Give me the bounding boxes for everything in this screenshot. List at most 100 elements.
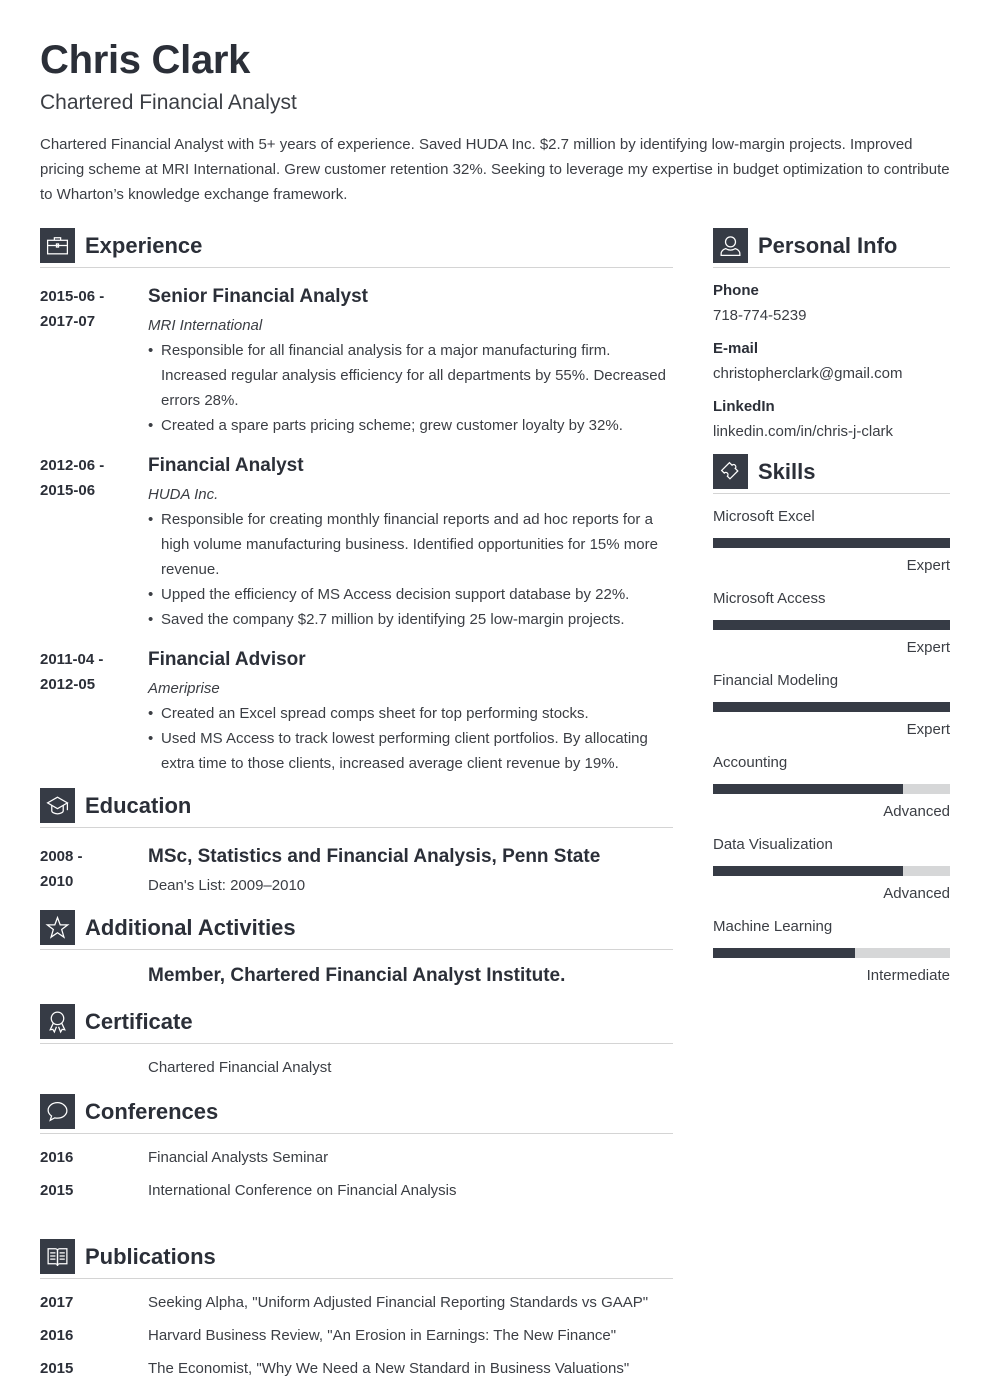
section-title: Publications bbox=[85, 1243, 216, 1269]
puzzle-piece-icon bbox=[713, 454, 748, 489]
experience-entry: 2015-06 - 2017-07 Senior Financial Analy… bbox=[40, 284, 673, 438]
main-column: Experience 2015-06 - 2017-07 Senior Fina… bbox=[40, 228, 673, 1381]
skill-level-bar bbox=[713, 538, 950, 548]
candidate-title: Chartered Financial Analyst bbox=[40, 91, 297, 114]
bullet-item: Created a spare parts pricing scheme; gr… bbox=[148, 413, 673, 438]
bullet-item: Used MS Access to track lowest performin… bbox=[148, 726, 673, 776]
section-header: Skills bbox=[713, 454, 950, 489]
bullet-list: Responsible for creating monthly financi… bbox=[148, 507, 673, 632]
degree: MSc, Statistics and Financial Analysis, … bbox=[148, 846, 601, 867]
section-title: Personal Info bbox=[758, 232, 898, 258]
section-header: Education bbox=[40, 788, 673, 823]
experience-section: Experience 2015-06 - 2017-07 Senior Fina… bbox=[40, 228, 673, 776]
skill-name: Microsoft Access bbox=[713, 590, 826, 607]
section-header: Certificate bbox=[40, 1004, 673, 1039]
publication-year: 2016 bbox=[40, 1327, 74, 1344]
skill-level-bar bbox=[713, 866, 950, 876]
linkedin-value[interactable]: linkedin.com/in/chris-j-clark bbox=[713, 422, 950, 442]
star-icon bbox=[40, 910, 75, 945]
person-icon bbox=[713, 228, 748, 263]
phone-value[interactable]: 718-774-5239 bbox=[713, 306, 950, 326]
section-header: Publications bbox=[40, 1239, 673, 1274]
activity-entry: Member, Chartered Financial Analyst Inst… bbox=[40, 963, 673, 988]
speech-bubble-icon bbox=[40, 1094, 75, 1129]
info-field-linkedin: LinkedIn linkedin.com/in/chris-j-clark bbox=[713, 397, 950, 442]
skill-item: Accounting Advanced bbox=[713, 753, 950, 822]
section-title: Education bbox=[85, 792, 192, 818]
section-header: Experience bbox=[40, 228, 673, 263]
award-ribbon-icon bbox=[40, 1004, 75, 1039]
conference-name: International Conference on Financial An… bbox=[148, 1182, 457, 1199]
skill-level-fill bbox=[713, 620, 950, 630]
education-detail: Dean's List: 2009–2010 bbox=[148, 877, 306, 894]
skill-level-fill bbox=[713, 866, 903, 876]
skill-level-label: Intermediate bbox=[866, 967, 950, 984]
sidebar-column: Personal Info Phone 718-774-5239 E-mail … bbox=[713, 228, 950, 986]
conference-entry: 2016 Financial Analysts Seminar bbox=[40, 1145, 673, 1170]
bullet-list: Created an Excel spread comps sheet for … bbox=[148, 701, 673, 776]
skill-item: Microsoft Access Expert bbox=[713, 589, 950, 658]
skill-level-label: Expert bbox=[906, 721, 950, 738]
education-entry: 2008 - 2010 MSc, Statistics and Financia… bbox=[40, 844, 673, 898]
skills-list: Microsoft Excel Expert Microsoft Access … bbox=[713, 507, 950, 986]
certificate-section: Certificate Chartered Financial Analyst bbox=[40, 1004, 673, 1080]
publications-section: Publications 2017 Seeking Alpha, "Unifor… bbox=[40, 1239, 673, 1381]
skill-name: Data Visualization bbox=[713, 836, 833, 853]
bullet-item: Created an Excel spread comps sheet for … bbox=[148, 701, 673, 726]
education-section: Education 2008 - 2010 MSc, Statistics an… bbox=[40, 788, 673, 898]
publication-title: The Economist, "Why We Need a New Standa… bbox=[148, 1360, 630, 1377]
bullet-item: Saved the company $2.7 million by identi… bbox=[148, 607, 673, 632]
section-header: Conferences bbox=[40, 1094, 673, 1129]
skill-level-bar bbox=[713, 702, 950, 712]
bullet-item: Responsible for creating monthly financi… bbox=[148, 507, 673, 582]
section-title: Conferences bbox=[85, 1098, 219, 1124]
skill-level-bar bbox=[713, 620, 950, 630]
publication-year: 2015 bbox=[40, 1360, 74, 1377]
skill-level-bar bbox=[713, 948, 950, 958]
section-title: Certificate bbox=[85, 1008, 193, 1034]
info-field-phone: Phone 718-774-5239 bbox=[713, 281, 950, 326]
resume-header: Chris Clark Chartered Financial Analyst … bbox=[40, 36, 952, 207]
publication-entry: 2017 Seeking Alpha, "Uniform Adjusted Fi… bbox=[40, 1290, 673, 1315]
skill-item: Microsoft Excel Expert bbox=[713, 507, 950, 576]
job-title: Senior Financial Analyst bbox=[148, 286, 368, 307]
skill-item: Financial Modeling Expert bbox=[713, 671, 950, 740]
graduation-cap-icon bbox=[40, 788, 75, 823]
skill-level-fill bbox=[713, 948, 856, 958]
bullet-item: Responsible for all financial analysis f… bbox=[148, 338, 673, 413]
section-title: Skills bbox=[758, 458, 816, 484]
section-header: Additional Activities bbox=[40, 910, 673, 945]
bullet-item: Upped the efficiency of MS Access decisi… bbox=[148, 582, 673, 607]
skill-level-bar bbox=[713, 784, 950, 794]
skill-level-fill bbox=[713, 702, 950, 712]
skill-name: Financial Modeling bbox=[713, 672, 839, 689]
skill-name: Accounting bbox=[713, 754, 788, 771]
entry-date: 2008 - 2010 bbox=[40, 848, 83, 890]
info-field-email: E-mail christopherclark@gmail.com bbox=[713, 339, 950, 384]
publication-title: Harvard Business Review, "An Erosion in … bbox=[148, 1327, 617, 1344]
certificate-entry: Chartered Financial Analyst bbox=[40, 1055, 673, 1080]
conferences-section: Conferences 2016 Financial Analysts Semi… bbox=[40, 1094, 673, 1203]
publication-entry: 2015 The Economist, "Why We Need a New S… bbox=[40, 1356, 673, 1381]
certificate-name: Chartered Financial Analyst bbox=[148, 1059, 332, 1076]
email-value[interactable]: christopherclark@gmail.com bbox=[713, 364, 950, 384]
skill-level-fill bbox=[713, 538, 950, 548]
job-title: Financial Advisor bbox=[148, 649, 306, 670]
job-title: Financial Analyst bbox=[148, 455, 304, 476]
experience-entry: 2011-04 - 2012-05 Financial Advisor Amer… bbox=[40, 647, 673, 776]
activities-section: Additional Activities Member, Chartered … bbox=[40, 910, 673, 988]
skills-section: Skills Microsoft Excel Expert Microsoft … bbox=[713, 454, 950, 986]
candidate-name: Chris Clark bbox=[40, 38, 251, 82]
skill-item: Machine Learning Intermediate bbox=[713, 917, 950, 986]
publication-entry: 2016 Harvard Business Review, "An Erosio… bbox=[40, 1323, 673, 1348]
experience-entry: 2012-06 - 2015-06 Financial Analyst HUDA… bbox=[40, 453, 673, 632]
conference-year: 2015 bbox=[40, 1182, 74, 1199]
personal-info-section: Personal Info Phone 718-774-5239 E-mail … bbox=[713, 228, 950, 442]
summary: Chartered Financial Analyst with 5+ year… bbox=[40, 136, 950, 203]
company-name: HUDA Inc. bbox=[148, 486, 219, 503]
publication-title: Seeking Alpha, "Uniform Adjusted Financi… bbox=[148, 1294, 649, 1311]
conference-year: 2016 bbox=[40, 1149, 74, 1166]
skill-level-label: Advanced bbox=[883, 885, 950, 902]
publication-year: 2017 bbox=[40, 1294, 74, 1311]
conference-name: Financial Analysts Seminar bbox=[148, 1149, 329, 1166]
